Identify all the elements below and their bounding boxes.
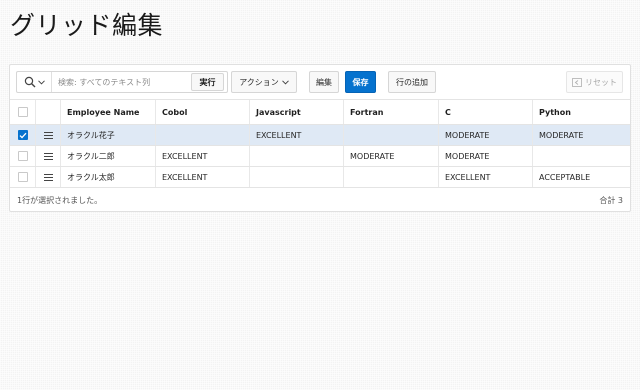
column-header-cobol[interactable]: Cobol — [156, 100, 250, 124]
selection-status: 1行が選択されました。 — [17, 196, 103, 205]
row-actions-cell[interactable] — [36, 167, 61, 187]
page-title: グリッド編集 — [10, 11, 164, 40]
row-selector-cell[interactable] — [10, 125, 36, 145]
column-header-c[interactable]: C — [439, 100, 533, 124]
row-actions-menu-icon[interactable] — [43, 131, 53, 139]
row-actions-header — [36, 100, 61, 124]
column-header-javascript[interactable]: Javascript — [250, 100, 344, 124]
grid-cell[interactable] — [156, 125, 250, 145]
grid-header-row: Employee Name Cobol Javascript Fortran C… — [10, 99, 630, 125]
reset-label: リセット — [585, 77, 617, 87]
add-row-button[interactable]: 行の追加 — [388, 71, 436, 93]
select-all-cell[interactable] — [10, 100, 36, 124]
save-button[interactable]: 保存 — [345, 71, 376, 93]
row-actions-cell[interactable] — [36, 125, 61, 145]
grid-cell[interactable]: MODERATE — [344, 146, 439, 166]
reset-button[interactable]: リセット — [566, 71, 623, 93]
grid-cell[interactable] — [533, 146, 630, 166]
table-row[interactable]: オラクル太郎 EXCELLENT EXCELLENT ACCEPTABLE — [10, 167, 630, 188]
row-checkbox[interactable] — [17, 151, 28, 161]
search-input[interactable] — [52, 72, 185, 92]
grid-cell[interactable]: オラクル花子 — [61, 125, 156, 145]
grid-cell[interactable] — [344, 125, 439, 145]
grid-cell[interactable]: オラクル太郎 — [61, 167, 156, 187]
grid-cell[interactable]: MODERATE — [533, 125, 630, 145]
interactive-grid: Employee Name Cobol Javascript Fortran C… — [10, 99, 630, 188]
row-checkbox[interactable] — [17, 172, 28, 182]
go-button[interactable]: 実行 — [191, 73, 224, 91]
column-header-employee-name[interactable]: Employee Name — [61, 100, 156, 124]
table-row[interactable]: オラクル二郎 EXCELLENT MODERATE MODERATE — [10, 146, 630, 167]
row-checkbox[interactable] — [17, 130, 28, 140]
actions-menu-button[interactable]: アクション — [231, 71, 297, 93]
chevron-down-icon — [281, 79, 289, 85]
grid-cell[interactable]: MODERATE — [439, 146, 533, 166]
grid-cell[interactable]: EXCELLENT — [439, 167, 533, 187]
grid-cell[interactable]: MODERATE — [439, 125, 533, 145]
search-columns-menu[interactable] — [17, 72, 52, 92]
actions-label: アクション — [239, 77, 279, 87]
row-actions-cell[interactable] — [36, 146, 61, 166]
row-actions-menu-icon[interactable] — [43, 173, 53, 181]
interactive-grid-region: 実行 アクション 編集 保存 行の追加 リセット Employee Name — [9, 64, 631, 212]
grid-cell[interactable]: オラクル二郎 — [61, 146, 156, 166]
search-bar: 実行 — [16, 71, 228, 93]
column-header-fortran[interactable]: Fortran — [344, 100, 439, 124]
checkmark-icon — [19, 132, 26, 139]
search-icon — [24, 76, 35, 88]
select-all-checkbox[interactable] — [17, 107, 28, 117]
grid-toolbar: 実行 アクション 編集 保存 行の追加 リセット — [10, 65, 630, 97]
chevron-down-icon — [37, 79, 45, 85]
grid-footer: 1行が選択されました。 合計 3 — [10, 189, 630, 212]
grid-cell[interactable]: EXCELLENT — [250, 125, 344, 145]
grid-cell[interactable] — [344, 167, 439, 187]
grid-cell[interactable] — [250, 167, 344, 187]
grid-cell[interactable]: EXCELLENT — [156, 146, 250, 166]
grid-cell[interactable]: ACCEPTABLE — [533, 167, 630, 187]
row-actions-menu-icon[interactable] — [43, 152, 53, 160]
row-selector-cell[interactable] — [10, 146, 36, 166]
column-header-python[interactable]: Python — [533, 100, 630, 124]
edit-button[interactable]: 編集 — [309, 71, 339, 93]
row-selector-cell[interactable] — [10, 167, 36, 187]
grid-cell[interactable] — [250, 146, 344, 166]
grid-cell[interactable]: EXCELLENT — [156, 167, 250, 187]
reset-icon — [572, 77, 582, 87]
table-row[interactable]: オラクル花子 EXCELLENT MODERATE MODERATE — [10, 125, 630, 146]
total-count: 合計 3 — [599, 196, 623, 205]
